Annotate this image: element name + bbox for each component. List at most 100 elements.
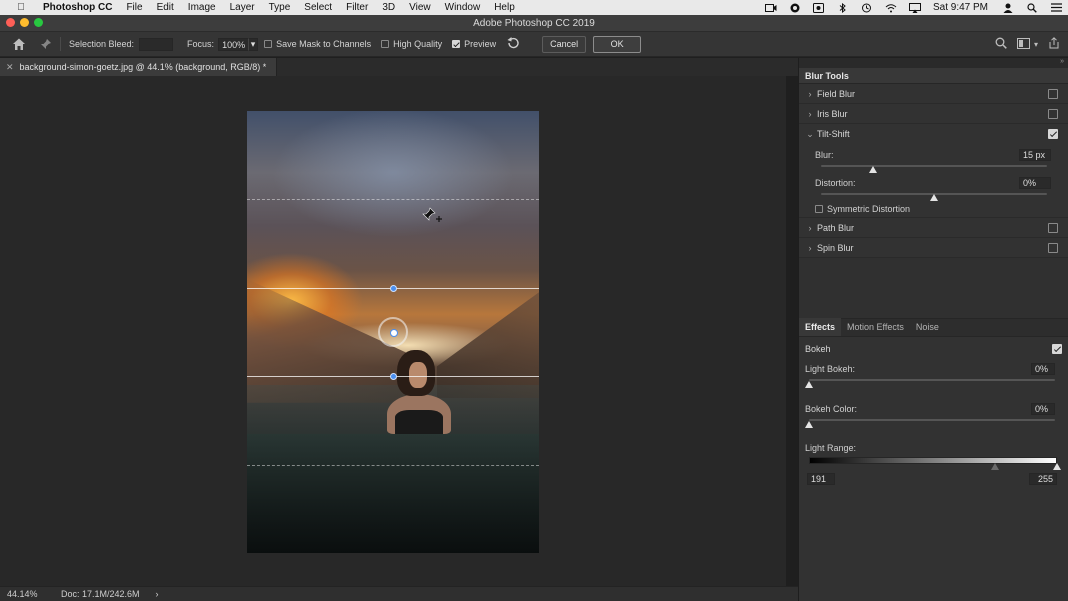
menu-3d[interactable]: 3D — [375, 2, 402, 13]
home-icon[interactable] — [12, 37, 26, 51]
symmetric-distortion-checkbox[interactable] — [815, 205, 823, 213]
apple-icon[interactable]:  — [14, 2, 28, 13]
blur-amount-track[interactable] — [821, 165, 1047, 167]
airplay-icon[interactable] — [908, 2, 921, 13]
save-mask-checkbox[interactable] — [264, 40, 273, 48]
tilt-shift-fade-line-bottom[interactable] — [247, 465, 539, 466]
workspace-icon[interactable] — [1016, 37, 1030, 51]
share-icon[interactable] — [1048, 37, 1060, 51]
camera-icon[interactable] — [764, 3, 777, 13]
menu-image[interactable]: Image — [181, 2, 223, 13]
effects-tab-bar: Effects Motion Effects Noise — [799, 318, 1068, 337]
ok-button[interactable]: OK — [593, 35, 642, 53]
search-icon[interactable] — [995, 37, 1007, 51]
focus-input[interactable]: 100% — [218, 37, 249, 51]
status-menu-arrow-icon[interactable]: › — [156, 589, 159, 599]
preview-checkbox[interactable] — [452, 40, 461, 48]
blur-tools-tab[interactable]: Blur Tools — [799, 68, 1068, 84]
light-range-gradient-track[interactable] — [809, 457, 1057, 464]
focus-group: Focus: 100% ▾ — [187, 37, 259, 51]
menu-file[interactable]: File — [119, 2, 149, 13]
chevron-right-icon[interactable]: › — [803, 223, 817, 233]
recorder-icon[interactable] — [813, 2, 825, 13]
light-range-low-input[interactable]: 191 — [807, 473, 835, 485]
spotlight-search-icon[interactable] — [1026, 2, 1038, 13]
cancel-button[interactable]: Cancel — [542, 35, 587, 53]
menu-filter[interactable]: Filter — [339, 2, 375, 13]
reset-icon[interactable] — [506, 37, 520, 51]
menu-type[interactable]: Type — [262, 2, 298, 13]
blur-row-field-blur[interactable]: › Field Blur — [799, 84, 1068, 104]
focus-dropdown-chevron-icon[interactable]: ▾ — [248, 37, 259, 51]
light-bokeh-label: Light Bokeh: — [805, 364, 856, 374]
workspace-chevron-down-icon[interactable]: ▾ — [1034, 40, 1038, 49]
blur-row-path-blur[interactable]: › Path Blur — [799, 218, 1068, 238]
blur-row-label: Iris Blur — [817, 108, 848, 119]
bokeh-color-label: Bokeh Color: — [805, 404, 858, 414]
blur-amount-input[interactable]: 15 px — [1019, 149, 1051, 161]
light-range-high-thumb[interactable] — [1053, 463, 1061, 470]
menu-help[interactable]: Help — [487, 2, 522, 13]
pin-tool-icon[interactable] — [40, 38, 52, 50]
notification-center-icon[interactable] — [1050, 3, 1062, 13]
user-icon[interactable] — [1002, 3, 1014, 13]
chevron-right-icon[interactable]: › — [803, 89, 817, 99]
path-blur-checkbox[interactable] — [1048, 223, 1058, 233]
high-quality-checkbox[interactable] — [381, 40, 390, 48]
save-mask-label[interactable]: Save Mask to Channels — [276, 39, 371, 49]
distortion-input[interactable]: 0% — [1019, 177, 1051, 189]
blur-ring-pin[interactable] — [378, 317, 408, 347]
bokeh-color-input[interactable]: 0% — [1031, 403, 1055, 415]
bokeh-color-slider-thumb[interactable] — [805, 421, 813, 428]
panel-collapse-icon[interactable]: » — [1060, 58, 1064, 65]
selection-bleed-input[interactable] — [139, 37, 174, 51]
symmetric-distortion-label[interactable]: Symmetric Distortion — [827, 204, 910, 214]
preview-label[interactable]: Preview — [464, 39, 496, 49]
tab-motion-effects[interactable]: Motion Effects — [841, 322, 910, 336]
creative-cloud-icon[interactable] — [789, 3, 801, 13]
light-bokeh-slider-thumb[interactable] — [805, 381, 813, 388]
blur-row-spin-blur[interactable]: › Spin Blur — [799, 238, 1068, 258]
doc-size: Doc: 17.1M/242.6M — [61, 589, 140, 599]
chevron-right-icon[interactable]: › — [803, 109, 817, 119]
app-menu: Photoshop CC File Edit Image Layer Type … — [36, 2, 522, 13]
menubar-clock[interactable]: Sat 9:47 PM — [933, 2, 988, 13]
time-machine-icon[interactable] — [861, 3, 873, 13]
blur-amount-slider-thumb[interactable] — [868, 166, 877, 173]
distortion-slider-thumb[interactable] — [930, 194, 938, 201]
menu-layer[interactable]: Layer — [223, 2, 262, 13]
menu-app-name[interactable]: Photoshop CC — [36, 2, 119, 13]
chevron-down-icon[interactable]: ⌄ — [803, 129, 817, 140]
tab-noise[interactable]: Noise — [910, 322, 945, 336]
focus-line-handle-top[interactable] — [390, 285, 397, 292]
zoom-level[interactable]: 44.14% — [7, 589, 55, 599]
focus-line-handle-bottom[interactable] — [390, 373, 397, 380]
wifi-icon[interactable] — [885, 3, 897, 13]
light-bokeh-track[interactable] — [809, 379, 1055, 381]
field-blur-checkbox[interactable] — [1048, 89, 1058, 99]
bokeh-checkbox[interactable] — [1052, 344, 1062, 354]
menu-view[interactable]: View — [402, 2, 438, 13]
light-bokeh-input[interactable]: 0% — [1031, 363, 1055, 375]
tab-effects[interactable]: Effects — [799, 318, 842, 336]
close-tab-icon[interactable]: ✕ — [6, 62, 14, 73]
tilt-shift-checkbox[interactable] — [1048, 129, 1058, 139]
blur-row-tilt-shift[interactable]: ⌄ Tilt-Shift — [799, 124, 1068, 144]
preview-group: Preview — [452, 39, 496, 49]
bluetooth-icon[interactable] — [837, 2, 849, 13]
document-tab[interactable]: ✕ background-simon-goetz.jpg @ 44.1% (ba… — [0, 58, 278, 76]
blur-row-iris-blur[interactable]: › Iris Blur — [799, 104, 1068, 124]
light-range-low-thumb[interactable] — [991, 463, 999, 470]
bokeh-color-track[interactable] — [809, 419, 1055, 421]
tilt-shift-fade-line-top[interactable] — [247, 199, 539, 200]
canvas-area[interactable] — [0, 76, 786, 586]
light-range-high-input[interactable]: 255 — [1029, 473, 1057, 485]
chevron-right-icon[interactable]: › — [803, 243, 817, 253]
iris-blur-checkbox[interactable] — [1048, 109, 1058, 119]
menu-window[interactable]: Window — [438, 2, 488, 13]
high-quality-label[interactable]: High Quality — [393, 39, 442, 49]
menu-edit[interactable]: Edit — [150, 2, 181, 13]
spin-blur-checkbox[interactable] — [1048, 243, 1058, 253]
options-right-tools: ▾ — [985, 37, 1060, 51]
menu-select[interactable]: Select — [297, 2, 339, 13]
